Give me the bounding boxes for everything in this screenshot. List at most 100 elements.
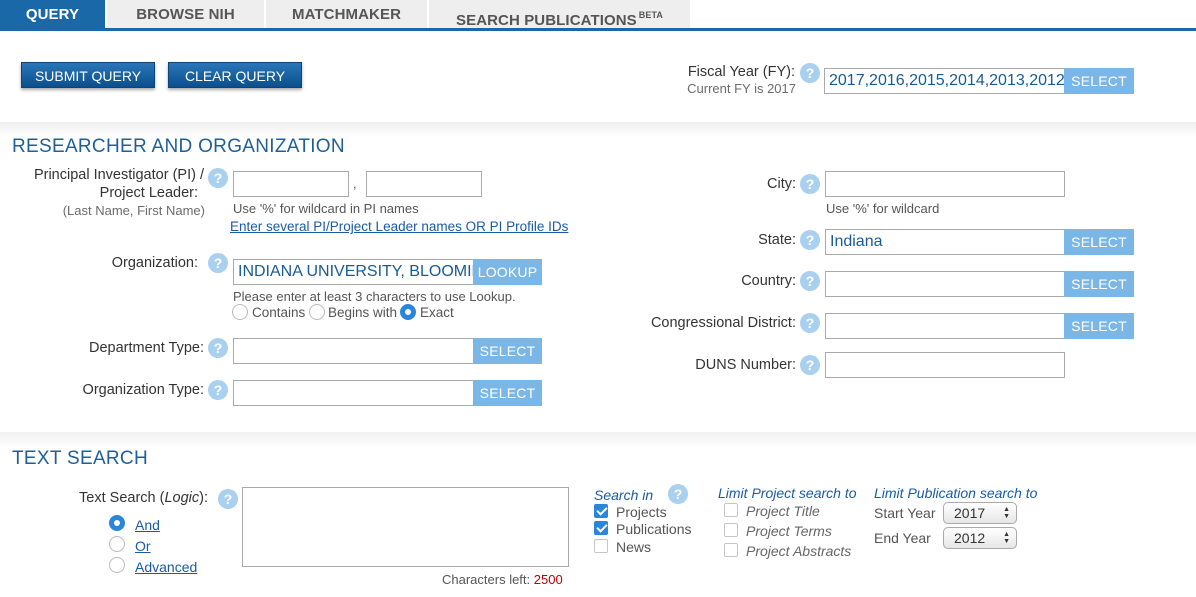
pi-help-icon[interactable]: ?: [208, 168, 228, 188]
limit-project-terms-label: Project Terms: [746, 523, 832, 539]
logic-or-radio[interactable]: [109, 536, 125, 552]
country-input[interactable]: [825, 271, 1065, 297]
organization-label: Organization:: [111, 255, 198, 271]
limit-project-title-checkbox[interactable]: [724, 503, 738, 517]
duns-number-help-icon[interactable]: ?: [800, 355, 820, 375]
org-mode-begins-with-radio[interactable]: [309, 304, 325, 320]
pi-label-line1: Principal Investigator (PI) /: [33, 167, 204, 183]
logic-and-label[interactable]: And: [135, 517, 160, 533]
congressional-district-input[interactable]: [825, 313, 1065, 339]
stepper-arrows-icon: ▲ ▼: [1003, 531, 1010, 545]
tab-label: SEARCH PUBLICATIONS: [455, 12, 637, 29]
logic-or-label[interactable]: Or: [135, 538, 151, 554]
section-divider: [0, 432, 1196, 448]
fiscal-year-select-button[interactable]: SELECT: [1064, 68, 1134, 94]
organization-type-select-button[interactable]: SELECT: [473, 380, 542, 406]
limit-project-abstracts-checkbox[interactable]: [724, 543, 738, 557]
end-year-label: End Year: [874, 530, 931, 546]
limit-project-label: Limit Project search to: [718, 485, 857, 501]
researcher-section-title: RESEARCHER AND ORGANIZATION: [12, 136, 345, 157]
org-mode-exact-radio[interactable]: [400, 304, 416, 320]
search-in-projects-checkbox[interactable]: [594, 504, 608, 518]
current-fy-note: Current FY is 2017: [687, 81, 796, 96]
org-mode-contains-label: Contains: [252, 305, 306, 320]
org-mode-contains-radio[interactable]: [232, 304, 248, 320]
city-input[interactable]: [825, 171, 1065, 197]
text-search-help-icon[interactable]: ?: [218, 489, 238, 509]
search-in-news-label: News: [616, 539, 652, 555]
multiple-pi-link[interactable]: Enter several PI/Project Leader names OR…: [230, 219, 568, 235]
stepper-arrows-icon: ▲ ▼: [1003, 506, 1010, 520]
tab-label: BROWSE NIH: [136, 6, 235, 23]
search-in-projects-label: Projects: [616, 504, 667, 520]
end-year-select[interactable]: 2012 ▲ ▼: [943, 527, 1017, 549]
tab-matchmaker[interactable]: MATCHMAKER: [266, 0, 428, 28]
duns-number-label: DUNS Number:: [695, 357, 796, 373]
org-mode-begins-with-label: Begins with: [328, 305, 398, 320]
organization-lookup-button[interactable]: LOOKUP: [473, 259, 542, 285]
org-mode-exact-label: Exact: [420, 305, 454, 320]
pi-label-line2: Project Leader:: [99, 185, 198, 201]
limit-project-abstracts-label: Project Abstracts: [746, 543, 852, 559]
pi-comma: ,: [353, 176, 357, 191]
tab-browse-nih[interactable]: BROWSE NIH: [107, 0, 265, 28]
text-search-label: Text Search (Logic):: [79, 490, 208, 506]
tab-query[interactable]: QUERY: [0, 0, 106, 28]
country-select-button[interactable]: SELECT: [1064, 271, 1134, 297]
end-year-value: 2012: [954, 530, 986, 546]
tab-search-publications[interactable]: SEARCH PUBLICATIONS BETA: [429, 0, 691, 29]
duns-number-input[interactable]: [825, 352, 1065, 378]
search-in-label: Search in: [594, 487, 654, 503]
fiscal-year-help-icon[interactable]: ?: [800, 63, 820, 83]
department-type-select-button[interactable]: SELECT: [473, 338, 542, 364]
logic-and-radio[interactable]: [109, 515, 125, 531]
organization-lookup-hint: Please enter at least 3 characters to us…: [233, 289, 516, 304]
congressional-district-help-icon[interactable]: ?: [800, 313, 820, 333]
fiscal-year-input[interactable]: 2017,2016,2015,2014,2013,2012: [824, 68, 1066, 94]
congressional-district-select-button[interactable]: SELECT: [1064, 313, 1134, 339]
limit-project-terms-checkbox[interactable]: [724, 523, 738, 537]
text-search-textarea[interactable]: [242, 487, 569, 567]
start-year-select[interactable]: 2017 ▲ ▼: [943, 502, 1017, 524]
pi-last-name-input[interactable]: [233, 171, 349, 197]
clear-query-button[interactable]: CLEAR QUERY: [168, 62, 302, 88]
tab-label: QUERY: [25, 6, 80, 23]
pi-wildcard-hint: Use '%' for wildcard in PI names: [233, 201, 419, 216]
limit-project-title-label: Project Title: [746, 503, 820, 519]
logic-advanced-radio[interactable]: [109, 557, 125, 573]
state-input[interactable]: Indiana: [825, 229, 1065, 255]
organization-input[interactable]: INDIANA UNIVERSITY, BLOOMINGTON: [233, 259, 474, 285]
search-in-help-icon[interactable]: ?: [668, 484, 688, 504]
organization-help-icon[interactable]: ?: [208, 253, 228, 273]
search-in-news-checkbox[interactable]: [594, 539, 608, 553]
department-type-help-icon[interactable]: ?: [208, 338, 228, 358]
department-type-label: Department Type:: [89, 340, 204, 356]
tab-label: MATCHMAKER: [291, 6, 402, 23]
text-search-section-title: TEXT SEARCH: [12, 448, 148, 469]
logic-advanced-label[interactable]: Advanced: [135, 559, 197, 575]
beta-badge: BETA: [638, 10, 664, 20]
tab-bar: QUERY BROWSE NIH MATCHMAKER SEARCH PUBLI…: [0, 0, 1196, 31]
country-label: Country:: [741, 273, 796, 289]
characters-left-count: 2500: [533, 572, 563, 587]
country-help-icon[interactable]: ?: [800, 271, 820, 291]
submit-query-button[interactable]: SUBMIT QUERY: [21, 62, 155, 88]
city-help-icon[interactable]: ?: [800, 174, 820, 194]
organization-type-label: Organization Type:: [82, 382, 204, 398]
start-year-label: Start Year: [874, 505, 936, 521]
search-in-publications-checkbox[interactable]: [594, 521, 608, 535]
pi-first-name-input[interactable]: [366, 171, 482, 197]
start-year-value: 2017: [954, 505, 986, 521]
state-label: State:: [758, 232, 796, 248]
organization-type-input[interactable]: [233, 380, 474, 406]
department-type-input[interactable]: [233, 338, 474, 364]
organization-type-help-icon[interactable]: ?: [208, 380, 228, 400]
fiscal-year-label: Fiscal Year (FY):: [687, 64, 795, 80]
city-label: City:: [767, 176, 796, 192]
characters-left-label: Characters left: 2500: [442, 572, 563, 587]
state-help-icon[interactable]: ?: [800, 230, 820, 250]
search-in-publications-label: Publications: [616, 521, 692, 537]
pi-name-format-note: (Last Name, First Name): [62, 203, 205, 218]
limit-publication-label: Limit Publication search to: [874, 485, 1038, 501]
state-select-button[interactable]: SELECT: [1064, 229, 1134, 255]
